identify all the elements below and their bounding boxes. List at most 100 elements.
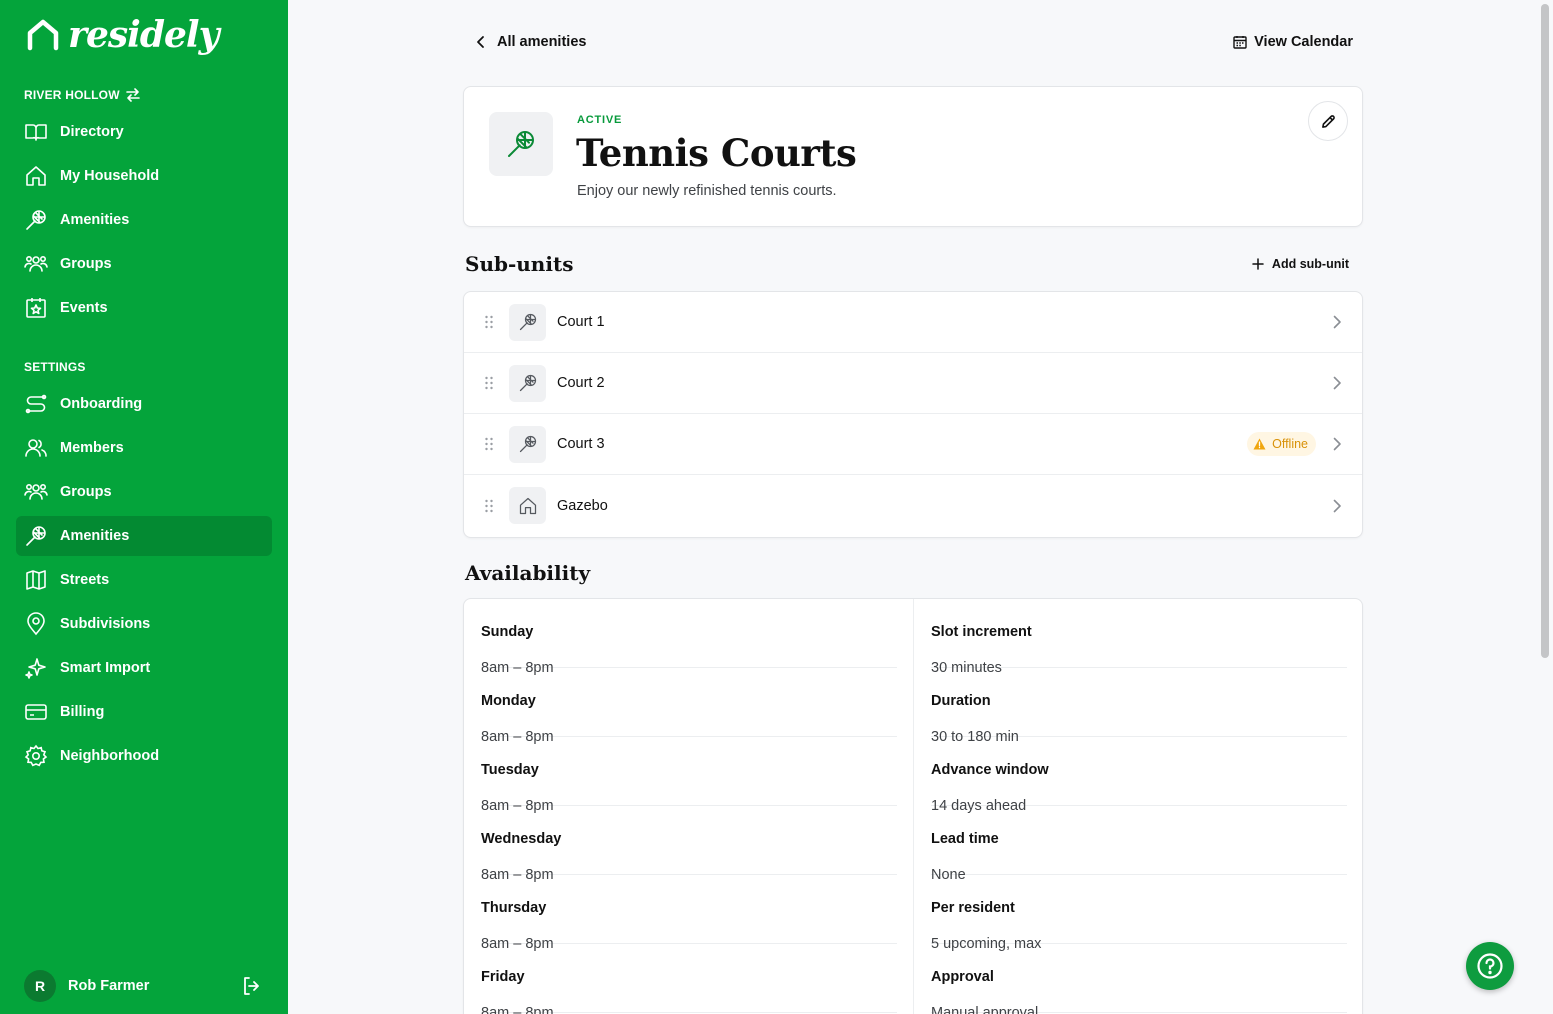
user-profile[interactable]: R Rob Farmer [24, 970, 264, 1002]
sidebar-item-label: Members [60, 440, 124, 456]
rule-row: Slot increment 30 minutes [931, 599, 1347, 676]
sidebar-item-billing[interactable]: Billing [16, 692, 272, 732]
map-icon [26, 570, 46, 590]
question-circle-icon [1477, 953, 1503, 979]
tennis-racket-icon [26, 210, 46, 230]
availability-title: Availability [465, 561, 591, 585]
topbar: All amenities View Calendar [463, 30, 1363, 60]
availability-card: Sunday 8am – 8pm Monday 8am – 8pm Tuesda… [463, 598, 1363, 1014]
view-calendar-label: View Calendar [1254, 34, 1353, 50]
chevron-right-icon [1333, 376, 1341, 390]
rule-label: Lead time [931, 831, 999, 847]
sidebar-item-onboarding[interactable]: Onboarding [16, 384, 272, 424]
amenity-icon [489, 112, 553, 176]
day-hours-row: Thursday 8am – 8pm [481, 875, 897, 952]
subunit-icon [509, 425, 546, 463]
status-badge: ACTIVE [577, 114, 623, 126]
help-button[interactable] [1466, 942, 1514, 990]
home-icon [26, 166, 46, 186]
rule-label: Slot increment [931, 624, 1032, 640]
sidebar-item-subdivisions[interactable]: Subdivisions [16, 604, 272, 644]
rule-row: Lead time None [931, 806, 1347, 883]
rule-row: Approval Manual approval [931, 944, 1347, 1014]
rule-row: Per resident 5 upcoming, max [931, 875, 1347, 952]
sparkles-icon [25, 658, 46, 679]
org-switcher[interactable]: RIVER HOLLOW [24, 88, 140, 102]
subunit-row-court-3[interactable]: Court 3 Offline [464, 414, 1362, 475]
sidebar-item-label: Smart Import [60, 660, 151, 676]
sidebar-item-my-household[interactable]: My Household [16, 156, 272, 196]
drag-handle-icon[interactable] [484, 437, 494, 451]
rule-label: Advance window [931, 762, 1049, 778]
sidebar-item-neighborhood[interactable]: Neighborhood [16, 736, 272, 776]
users-icon [24, 484, 48, 500]
rule-label: Approval [931, 969, 994, 985]
drag-handle-icon[interactable] [484, 376, 494, 390]
sidebar-item-groups[interactable]: Groups [16, 244, 272, 284]
day-label: Tuesday [481, 762, 539, 778]
gear-icon [24, 744, 48, 767]
book-open-icon [25, 124, 47, 141]
subunit-row-court-1[interactable]: Court 1 [464, 292, 1362, 353]
subunit-row-court-2[interactable]: Court 2 [464, 353, 1362, 414]
pencil-icon [1321, 114, 1335, 128]
booking-rules-column: Slot increment 30 minutes Duration 30 to… [913, 599, 1362, 1014]
sidebar-item-smart-import[interactable]: Smart Import [16, 648, 272, 688]
page-scrollbar[interactable] [1541, 4, 1549, 658]
sidebar-item-groups-settings[interactable]: Groups [16, 472, 272, 512]
sidebar-item-amenities-settings[interactable]: Amenities [16, 516, 272, 556]
warning-triangle-icon [1253, 438, 1266, 450]
back-link-label: All amenities [497, 34, 587, 50]
subunits-list: Court 1 Court 2 Court 3 Offline Gazebo [463, 291, 1363, 538]
subunit-icon [509, 487, 546, 524]
badge-label: Offline [1272, 437, 1308, 451]
rule-row: Advance window 14 days ahead [931, 737, 1347, 814]
home-icon [519, 497, 536, 514]
day-label: Monday [481, 693, 536, 709]
subunit-icon [509, 364, 546, 402]
house-logo-icon [27, 19, 59, 51]
sidebar-item-amenities[interactable]: Amenities [16, 200, 272, 240]
chevron-left-icon [477, 36, 484, 48]
view-calendar-button[interactable]: View Calendar [1233, 34, 1353, 50]
calendar-star-icon [26, 298, 46, 318]
day-label: Wednesday [481, 831, 562, 847]
sidebar-item-label: Groups [60, 484, 112, 500]
sidebar-item-label: My Household [60, 168, 160, 184]
add-subunit-button[interactable]: Add sub-unit [1252, 257, 1349, 271]
drag-handle-icon[interactable] [484, 315, 494, 329]
members-icon [25, 439, 47, 457]
map-pin-icon [27, 612, 45, 636]
sidebar-item-events[interactable]: Events [16, 288, 272, 328]
sidebar-item-label: Onboarding [60, 396, 143, 412]
logout-icon[interactable] [240, 974, 264, 998]
rule-label: Duration [931, 693, 991, 709]
rule-row: Duration 30 to 180 min [931, 668, 1347, 745]
sidebar-item-directory[interactable]: Directory [16, 112, 272, 152]
sidebar-item-members[interactable]: Members [16, 428, 272, 468]
avatar: R [24, 970, 56, 1002]
org-name: RIVER HOLLOW [24, 88, 120, 102]
sidebar-item-label: Billing [60, 704, 105, 720]
day-hours-row: Monday 8am – 8pm [481, 668, 897, 745]
sidebar-item-label: Subdivisions [60, 616, 151, 632]
subunit-icon [509, 303, 546, 341]
subunit-row-gazebo[interactable]: Gazebo [464, 475, 1362, 536]
day-label: Thursday [481, 900, 547, 916]
sidebar-item-streets[interactable]: Streets [16, 560, 272, 600]
amenity-description: Enjoy our newly refinished tennis courts… [577, 183, 837, 199]
tennis-racket-icon [26, 526, 46, 546]
amenity-header-card: ACTIVE Tennis Courts Enjoy our newly ref… [463, 86, 1363, 227]
brand-name: residely [68, 14, 219, 56]
back-to-amenities-link[interactable]: All amenities [473, 34, 586, 50]
add-subunit-label: Add sub-unit [1271, 257, 1349, 271]
subunit-name: Gazebo [557, 497, 608, 514]
chevron-right-icon [1333, 315, 1341, 329]
tennis-racket-icon [508, 131, 534, 157]
tennis-racket-icon [519, 313, 536, 331]
sidebar-item-label: Amenities [60, 212, 130, 228]
day-hours-row: Sunday 8am – 8pm [481, 599, 897, 676]
drag-handle-icon[interactable] [484, 499, 494, 513]
edit-amenity-button[interactable] [1308, 101, 1348, 141]
brand-logo[interactable]: residely [26, 14, 219, 56]
